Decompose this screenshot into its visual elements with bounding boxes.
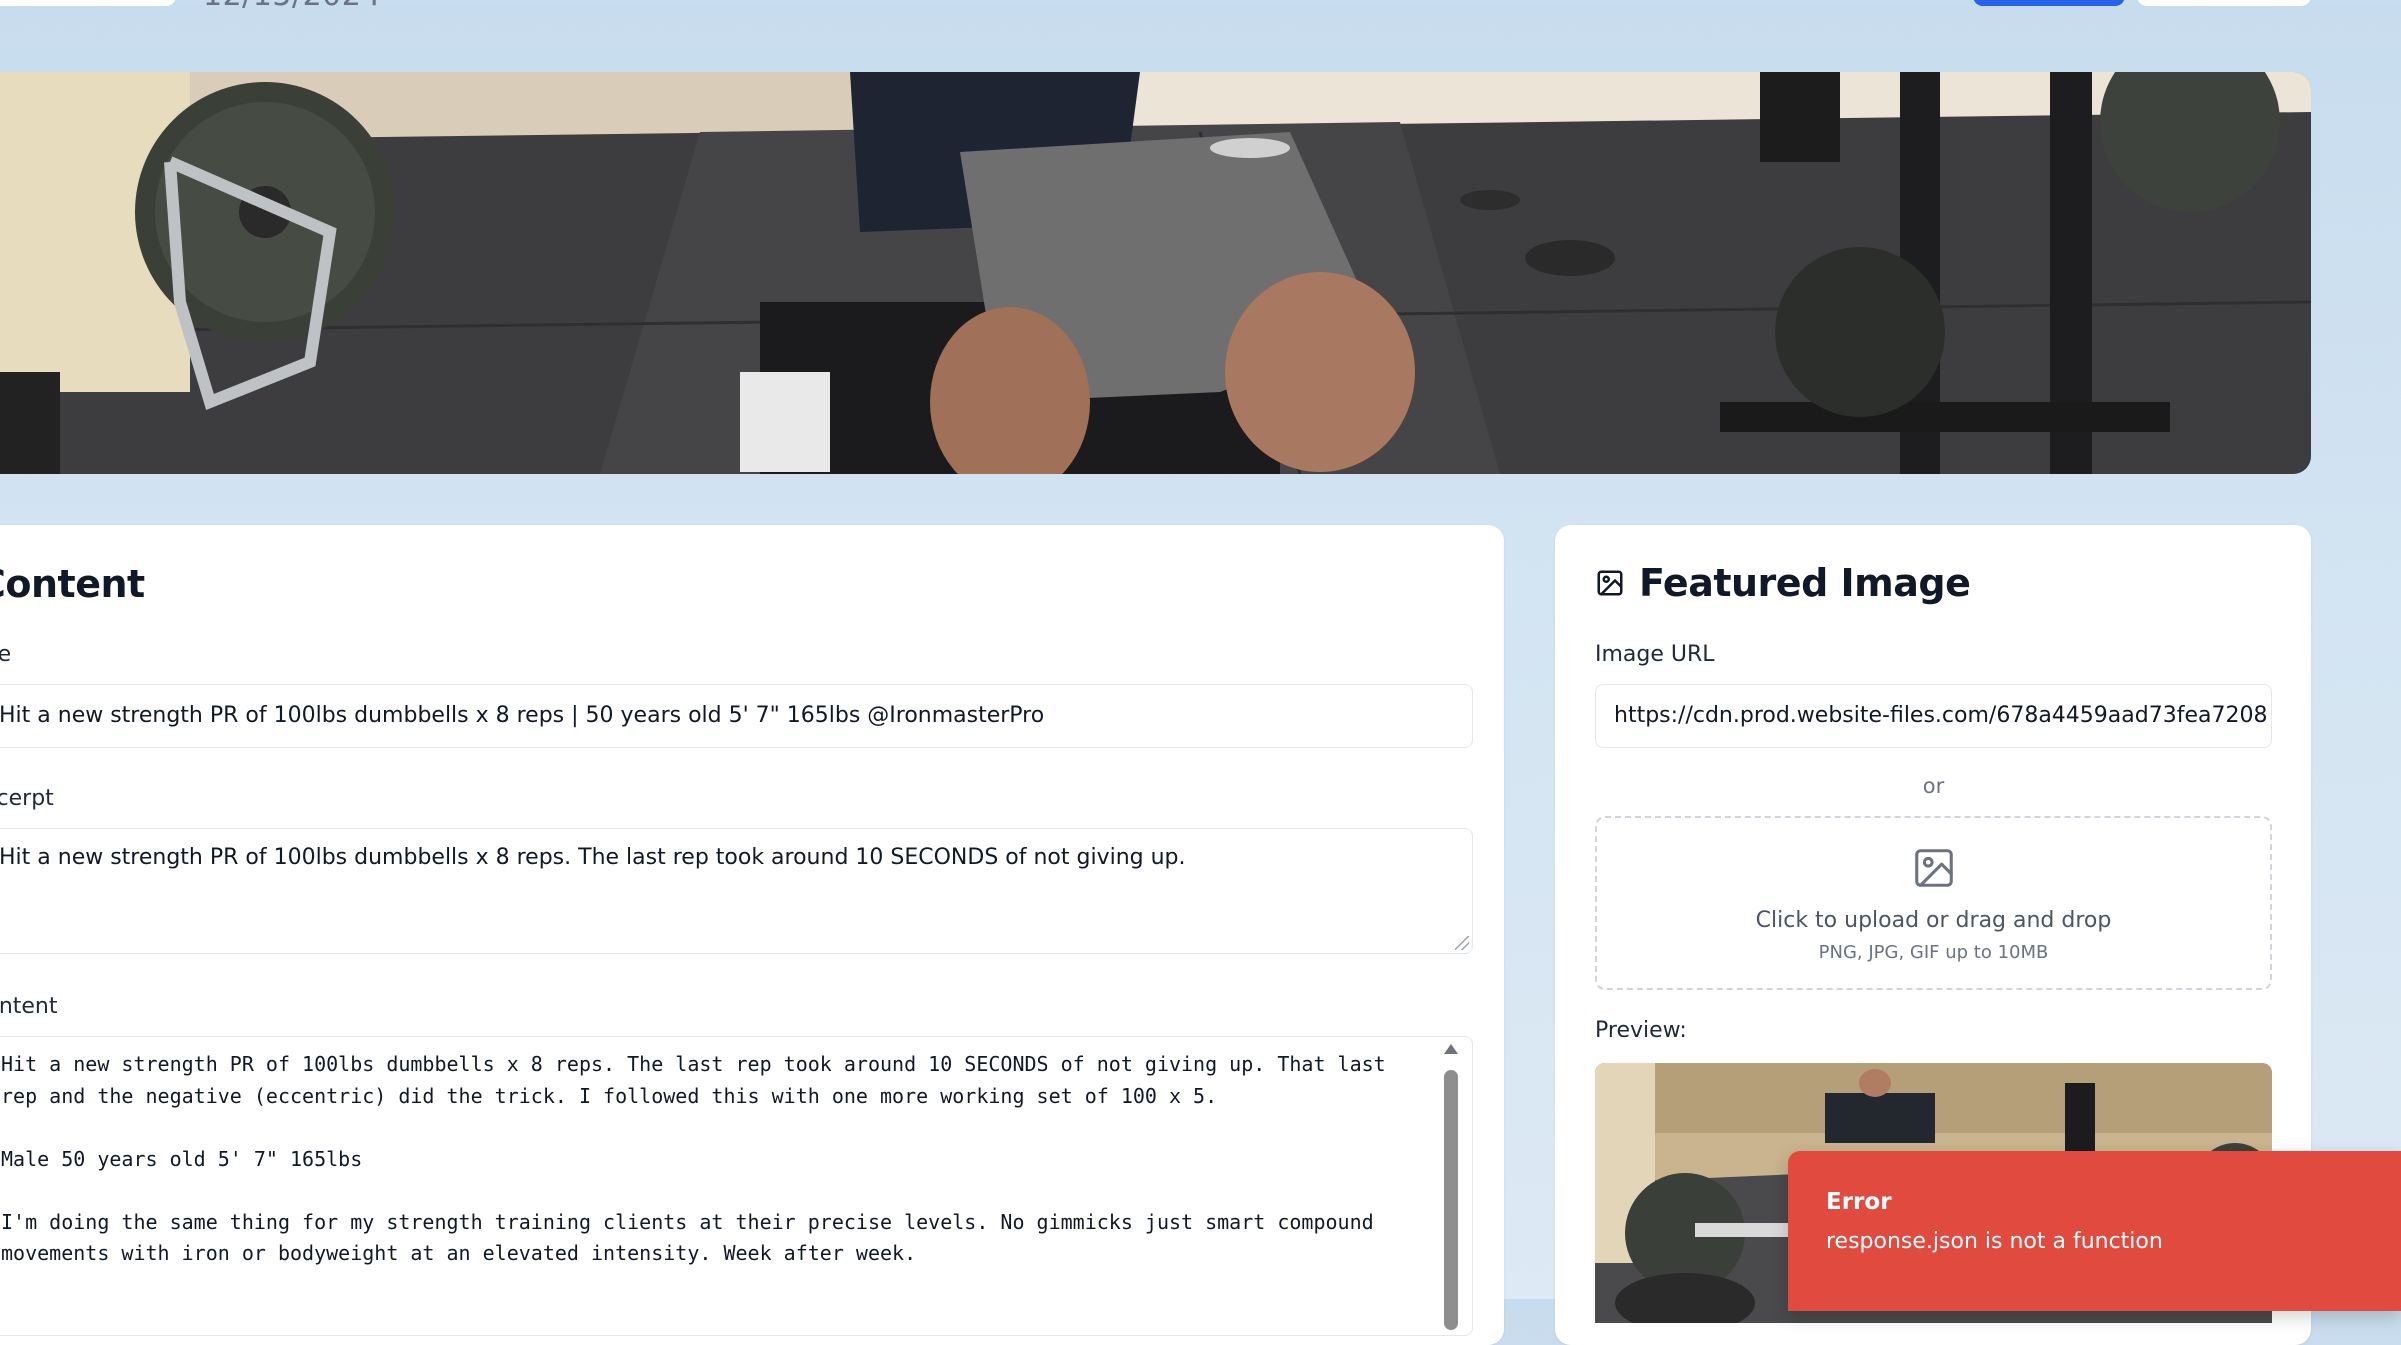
featured-image-header: Featured Image [1595,558,1971,608]
upload-instructions: Click to upload or drag and drop [1755,908,2112,933]
image-url-label: Image URL [1595,642,1715,667]
content-card-title: Content [0,562,145,606]
image-upload-icon [1914,849,1953,887]
secondary-action-button[interactable] [2137,0,2311,6]
image-icon [1597,570,1623,596]
publish-date: 12/15/2024 [203,0,381,13]
content-textarea[interactable]: Hit a new strength PR of 100lbs dumbbell… [0,1036,1473,1336]
primary-action-button[interactable] [1973,0,2125,6]
toast-title: Error [1826,1189,1892,1215]
upload-file-types: PNG, JPG, GIF up to 10MB [1818,942,2049,963]
hero-image [0,72,2311,474]
error-toast[interactable]: Error response.json is not a function [1788,1151,2401,1311]
content-label: Content [0,994,58,1019]
preview-label: Preview: [1595,1018,1687,1043]
top-left-field[interactable] [0,0,176,6]
image-upload-dropzone[interactable]: Click to upload or drag and drop PNG, JP… [1595,816,2272,990]
title-input[interactable]: Hit a new strength PR of 100lbs dumbbell… [0,684,1473,748]
or-divider-text: or [1922,774,1945,798]
excerpt-label: Excerpt [0,786,54,811]
toast-message: response.json is not a function [1826,1229,2163,1254]
featured-image-title: Featured Image [1639,561,1971,605]
excerpt-textarea[interactable]: Hit a new strength PR of 100lbs dumbbell… [0,828,1473,954]
scrollbar-thumb[interactable] [1444,1070,1458,1330]
content-scrollbar[interactable] [1440,1040,1462,1330]
scroll-up-arrow-icon[interactable] [1444,1044,1458,1054]
image-url-input[interactable]: https://cdn.prod.website-files.com/678a4… [1595,684,2272,748]
resize-grip-icon[interactable] [1455,936,1469,950]
title-label: Title [0,642,12,667]
